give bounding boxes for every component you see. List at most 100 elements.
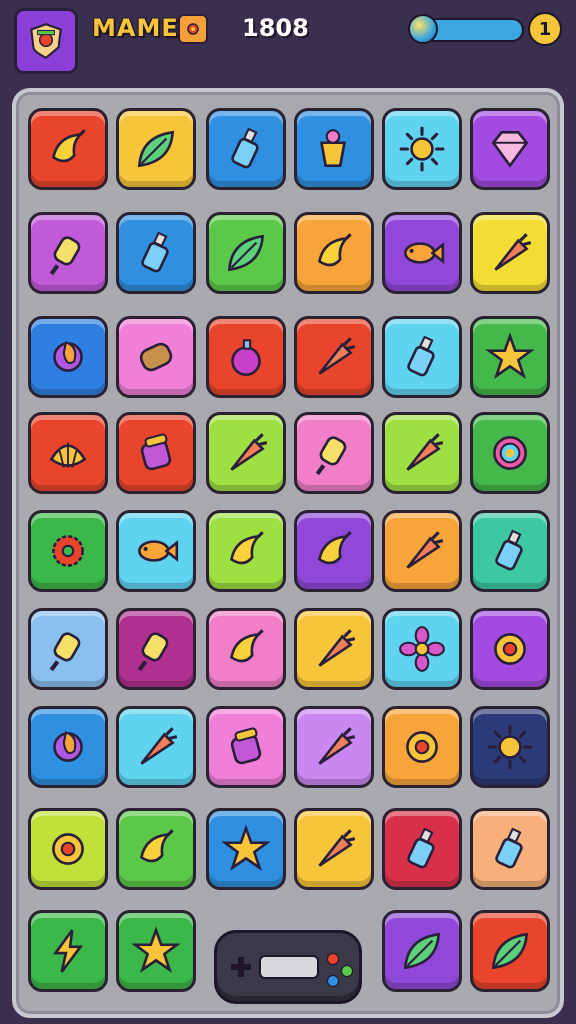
avatar[interactable] bbox=[14, 8, 78, 74]
tile-donut[interactable] bbox=[382, 706, 462, 788]
console-screen bbox=[259, 955, 319, 979]
tile-bottle[interactable] bbox=[206, 108, 286, 190]
tile-popsicle[interactable] bbox=[28, 212, 108, 294]
coin-label: 1 bbox=[538, 18, 552, 40]
tile-banana[interactable] bbox=[294, 212, 374, 294]
star-icon bbox=[131, 926, 181, 974]
tile-planet[interactable] bbox=[28, 316, 108, 398]
carrot-icon bbox=[318, 337, 356, 375]
tile-banana[interactable] bbox=[294, 510, 374, 592]
flower-badge-icon bbox=[178, 14, 208, 44]
tile-leaf[interactable] bbox=[382, 910, 462, 992]
tile-banana[interactable] bbox=[28, 108, 108, 190]
tile-fish[interactable] bbox=[382, 212, 462, 294]
leaf-icon bbox=[403, 932, 441, 970]
fish-icon bbox=[138, 539, 179, 563]
tile-sun[interactable] bbox=[382, 108, 462, 190]
banana-icon bbox=[139, 829, 174, 863]
gem-icon bbox=[491, 131, 529, 168]
tile-carrot[interactable] bbox=[382, 510, 462, 592]
tile-leaf[interactable] bbox=[470, 910, 550, 992]
tile-popsicle[interactable] bbox=[28, 608, 108, 690]
tile-leaf[interactable] bbox=[206, 212, 286, 294]
flower-icon bbox=[399, 626, 445, 672]
tile-banana[interactable] bbox=[116, 808, 196, 890]
leaf-icon bbox=[137, 130, 175, 168]
tile-jar[interactable] bbox=[206, 706, 286, 788]
fish-icon bbox=[404, 241, 445, 265]
bottle-icon bbox=[407, 827, 435, 869]
tile-donut[interactable] bbox=[470, 608, 550, 690]
tile-bolt[interactable] bbox=[28, 910, 108, 992]
game-title: MAME bbox=[92, 14, 179, 42]
tile-popsicle[interactable] bbox=[294, 412, 374, 494]
tile-gear[interactable] bbox=[28, 510, 108, 592]
bottle-icon bbox=[495, 529, 523, 571]
coin-icon[interactable]: 1 bbox=[528, 12, 562, 46]
tile-leaf[interactable] bbox=[116, 108, 196, 190]
tile-carrot[interactable] bbox=[294, 706, 374, 788]
game-board bbox=[12, 88, 564, 1018]
tile-bottle[interactable] bbox=[382, 316, 462, 398]
tile-gem[interactable] bbox=[470, 108, 550, 190]
game-controller-icon[interactable] bbox=[214, 930, 362, 1004]
tile-carrot[interactable] bbox=[116, 706, 196, 788]
tile-planet[interactable] bbox=[28, 706, 108, 788]
top-bar: MAME 1808 1 bbox=[0, 0, 576, 80]
sun-icon bbox=[487, 724, 533, 770]
tile-star[interactable] bbox=[470, 316, 550, 398]
gear-icon bbox=[52, 535, 84, 567]
carrot-icon bbox=[318, 629, 356, 667]
tile-cup[interactable] bbox=[294, 108, 374, 190]
tile-carrot[interactable] bbox=[470, 212, 550, 294]
bottle-icon bbox=[407, 335, 435, 377]
tile-swirl[interactable] bbox=[470, 412, 550, 494]
banana-icon bbox=[317, 531, 352, 565]
carrot-icon bbox=[318, 829, 356, 867]
tile-banana[interactable] bbox=[206, 608, 286, 690]
score-counter: 1808 bbox=[242, 14, 309, 42]
console-green-button bbox=[341, 965, 353, 977]
banana-icon bbox=[229, 629, 264, 663]
bottle-icon bbox=[141, 231, 169, 273]
tile-bottle[interactable] bbox=[116, 212, 196, 294]
tile-popsicle[interactable] bbox=[116, 608, 196, 690]
popsicle-icon bbox=[315, 436, 347, 476]
tile-flower[interactable] bbox=[382, 608, 462, 690]
tile-star[interactable] bbox=[206, 808, 286, 890]
donut-icon bbox=[52, 833, 84, 865]
carrot-icon bbox=[494, 233, 532, 271]
tile-carrot[interactable] bbox=[294, 608, 374, 690]
star-icon bbox=[485, 332, 535, 380]
carrot-icon bbox=[406, 433, 444, 471]
tile-star[interactable] bbox=[116, 910, 196, 992]
tile-carrot[interactable] bbox=[382, 412, 462, 494]
popsicle-icon bbox=[49, 632, 81, 672]
tile-fish[interactable] bbox=[116, 510, 196, 592]
tile-bottle[interactable] bbox=[382, 808, 462, 890]
tile-jar[interactable] bbox=[116, 412, 196, 494]
carrot-icon bbox=[406, 531, 444, 569]
tile-carrot[interactable] bbox=[206, 412, 286, 494]
jar-icon bbox=[230, 727, 262, 765]
donut-icon bbox=[406, 731, 438, 763]
bolt-icon bbox=[52, 929, 84, 973]
popsicle-icon bbox=[49, 236, 81, 276]
tile-bottle[interactable] bbox=[470, 808, 550, 890]
tile-donut[interactable] bbox=[28, 808, 108, 890]
carrot-icon bbox=[230, 433, 268, 471]
jar-icon bbox=[140, 433, 172, 471]
tile-carrot[interactable] bbox=[294, 808, 374, 890]
tile-scroll[interactable] bbox=[116, 316, 196, 398]
planet-icon bbox=[53, 731, 83, 762]
tile-apple[interactable] bbox=[206, 316, 286, 398]
tile-banana[interactable] bbox=[206, 510, 286, 592]
tile-bottle[interactable] bbox=[470, 510, 550, 592]
tile-carrot[interactable] bbox=[294, 316, 374, 398]
shield-crest-icon bbox=[30, 23, 62, 60]
tile-sun[interactable] bbox=[470, 706, 550, 788]
tile-shell[interactable] bbox=[28, 412, 108, 494]
carrot-icon bbox=[318, 727, 356, 765]
console-red-button bbox=[327, 953, 339, 965]
star-icon bbox=[221, 824, 271, 872]
